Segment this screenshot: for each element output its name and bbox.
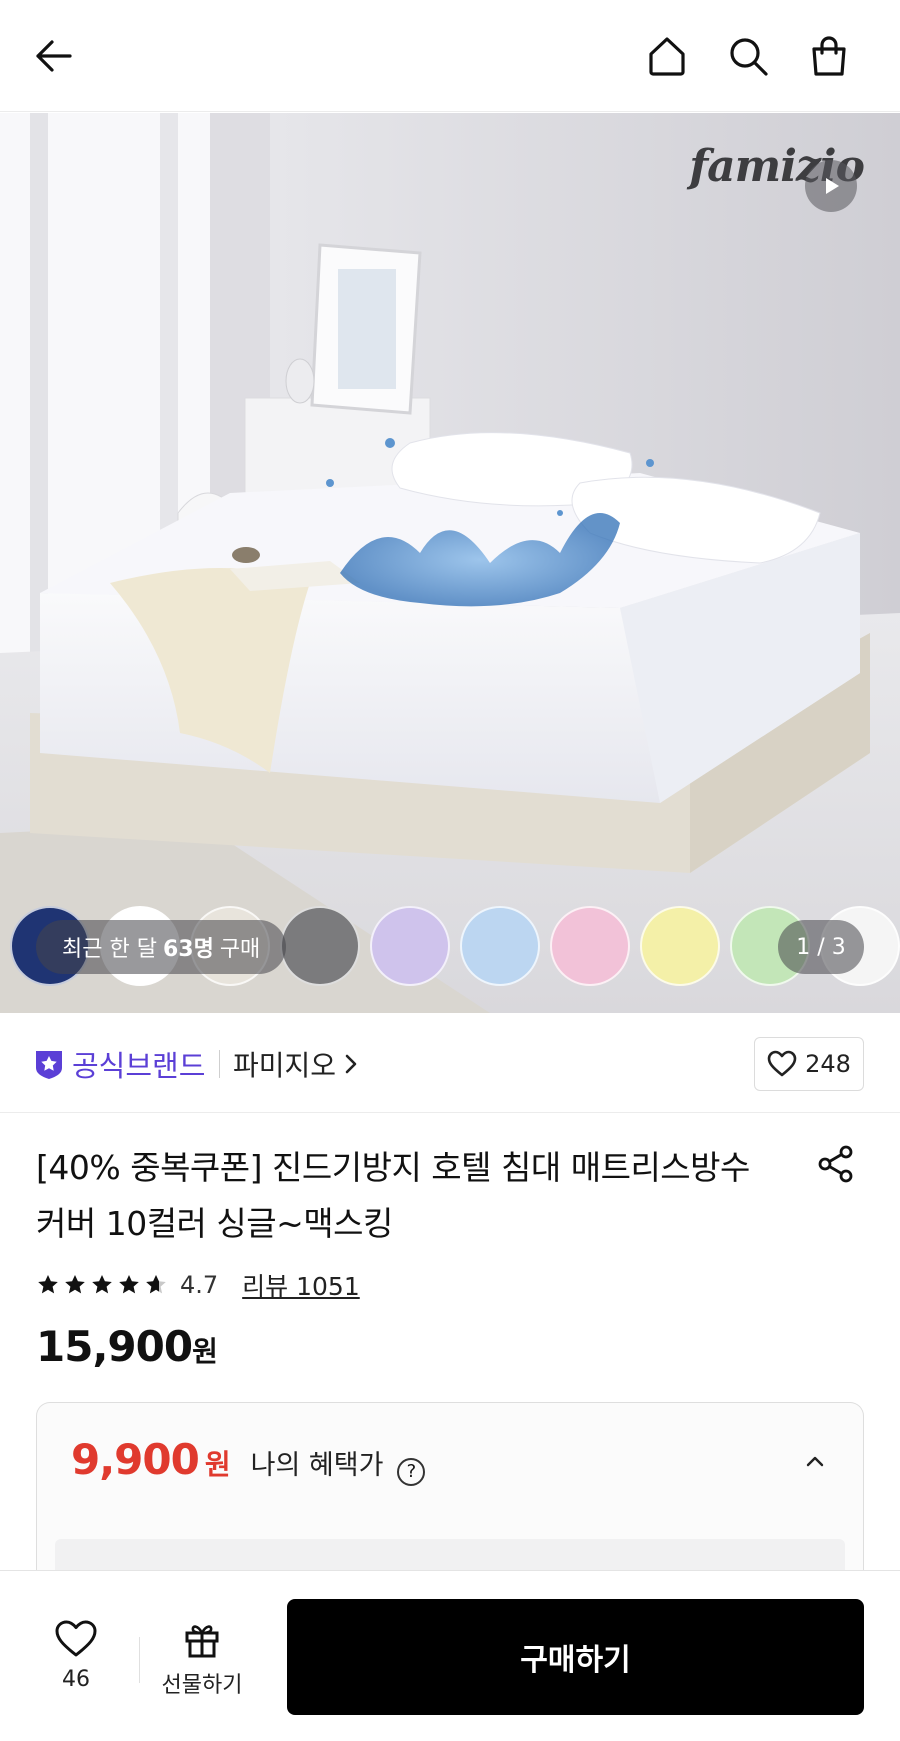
star-icon — [65, 1275, 85, 1294]
gift-label: 선물하기 — [161, 1673, 243, 1698]
bottom-action-bar: 46 선물하기 구매하기 — [0, 1570, 900, 1741]
shopping-bag-button[interactable] — [803, 30, 855, 82]
color-swatch[interactable] — [640, 906, 720, 986]
collapse-button[interactable] — [795, 1441, 835, 1481]
official-brand-label: 공식브랜드 — [72, 1049, 206, 1083]
benefit-price-value: 9,900 — [71, 1435, 200, 1484]
rating-value: 4.7 — [180, 1271, 219, 1299]
product-photo — [0, 113, 900, 1013]
divider — [219, 1050, 220, 1078]
wishlist-count: 46 — [62, 1667, 90, 1692]
review-link[interactable]: 리뷰 1051 — [242, 1267, 360, 1303]
chevron-right-icon — [345, 1054, 357, 1074]
benefit-price-unit: 원 — [204, 1448, 231, 1481]
price-value: 15,900 — [36, 1322, 193, 1371]
heart-icon — [767, 1050, 797, 1077]
rating-row: 4.7 리뷰 1051 — [36, 1268, 360, 1302]
heart-icon — [55, 1620, 97, 1657]
benefit-label: 나의 혜택가 — [250, 1450, 384, 1481]
recent-purchase-suffix: 구매 — [219, 937, 261, 962]
star-rating — [36, 1273, 168, 1297]
half-star-icon — [146, 1275, 166, 1294]
like-count: 248 — [805, 1050, 851, 1078]
star-icon — [92, 1275, 112, 1294]
home-icon — [649, 37, 685, 76]
shopping-bag-icon — [812, 36, 846, 76]
buy-button[interactable]: 구매하기 — [287, 1599, 864, 1715]
recent-purchase-count: 63명 — [162, 937, 214, 962]
recent-purchase-prefix: 최근 한 달 — [62, 937, 157, 962]
top-navigation-bar — [0, 0, 900, 112]
play-icon — [826, 178, 839, 194]
help-icon[interactable]: ? — [397, 1457, 426, 1486]
color-swatch[interactable] — [550, 906, 630, 986]
star-icon — [38, 1275, 58, 1294]
image-counter: 1 / 3 — [778, 920, 864, 974]
share-icon — [818, 1145, 853, 1183]
search-button[interactable] — [722, 30, 774, 82]
official-brand-badge: 공식브랜드 — [34, 1043, 205, 1085]
brand-row: 공식브랜드 파미지오 248 — [0, 1013, 900, 1113]
recent-purchase-badge: 최근 한 달 63명 구매 — [36, 920, 287, 974]
color-swatch[interactable] — [280, 906, 360, 986]
gift-icon — [185, 1625, 219, 1658]
share-button[interactable] — [814, 1142, 858, 1186]
brand-name: 파미지오 — [233, 1049, 337, 1082]
price-unit: 원 — [192, 1335, 218, 1368]
product-image-carousel[interactable]: famizio 최근 한 달 63명 구매 1 / 3 — [0, 113, 900, 1013]
arrow-left-icon — [36, 40, 72, 72]
home-button[interactable] — [641, 30, 693, 82]
back-button[interactable] — [28, 30, 80, 82]
brand-store-link[interactable]: 파미지오 — [233, 1044, 358, 1084]
search-icon — [730, 38, 768, 76]
color-swatch[interactable] — [460, 906, 540, 986]
product-title: [40% 중복쿠폰] 진드기방지 호텔 침대 매트리스방수커버 10컬러 싱글~… — [36, 1148, 750, 1243]
benefit-price-header: 9,900 원 나의 혜택가 ? — [71, 1435, 426, 1486]
chevron-up-icon — [806, 1456, 824, 1467]
star-badge-icon — [36, 1051, 62, 1079]
gift-button[interactable]: 선물하기 — [152, 1619, 252, 1709]
original-price: 15,900 원 — [36, 1322, 218, 1371]
like-button[interactable]: 248 — [754, 1037, 864, 1091]
color-swatch[interactable] — [370, 906, 450, 986]
wishlist-button[interactable]: 46 — [36, 1619, 116, 1709]
divider — [139, 1637, 140, 1683]
video-play-button[interactable] — [805, 160, 857, 212]
star-icon — [119, 1275, 139, 1294]
